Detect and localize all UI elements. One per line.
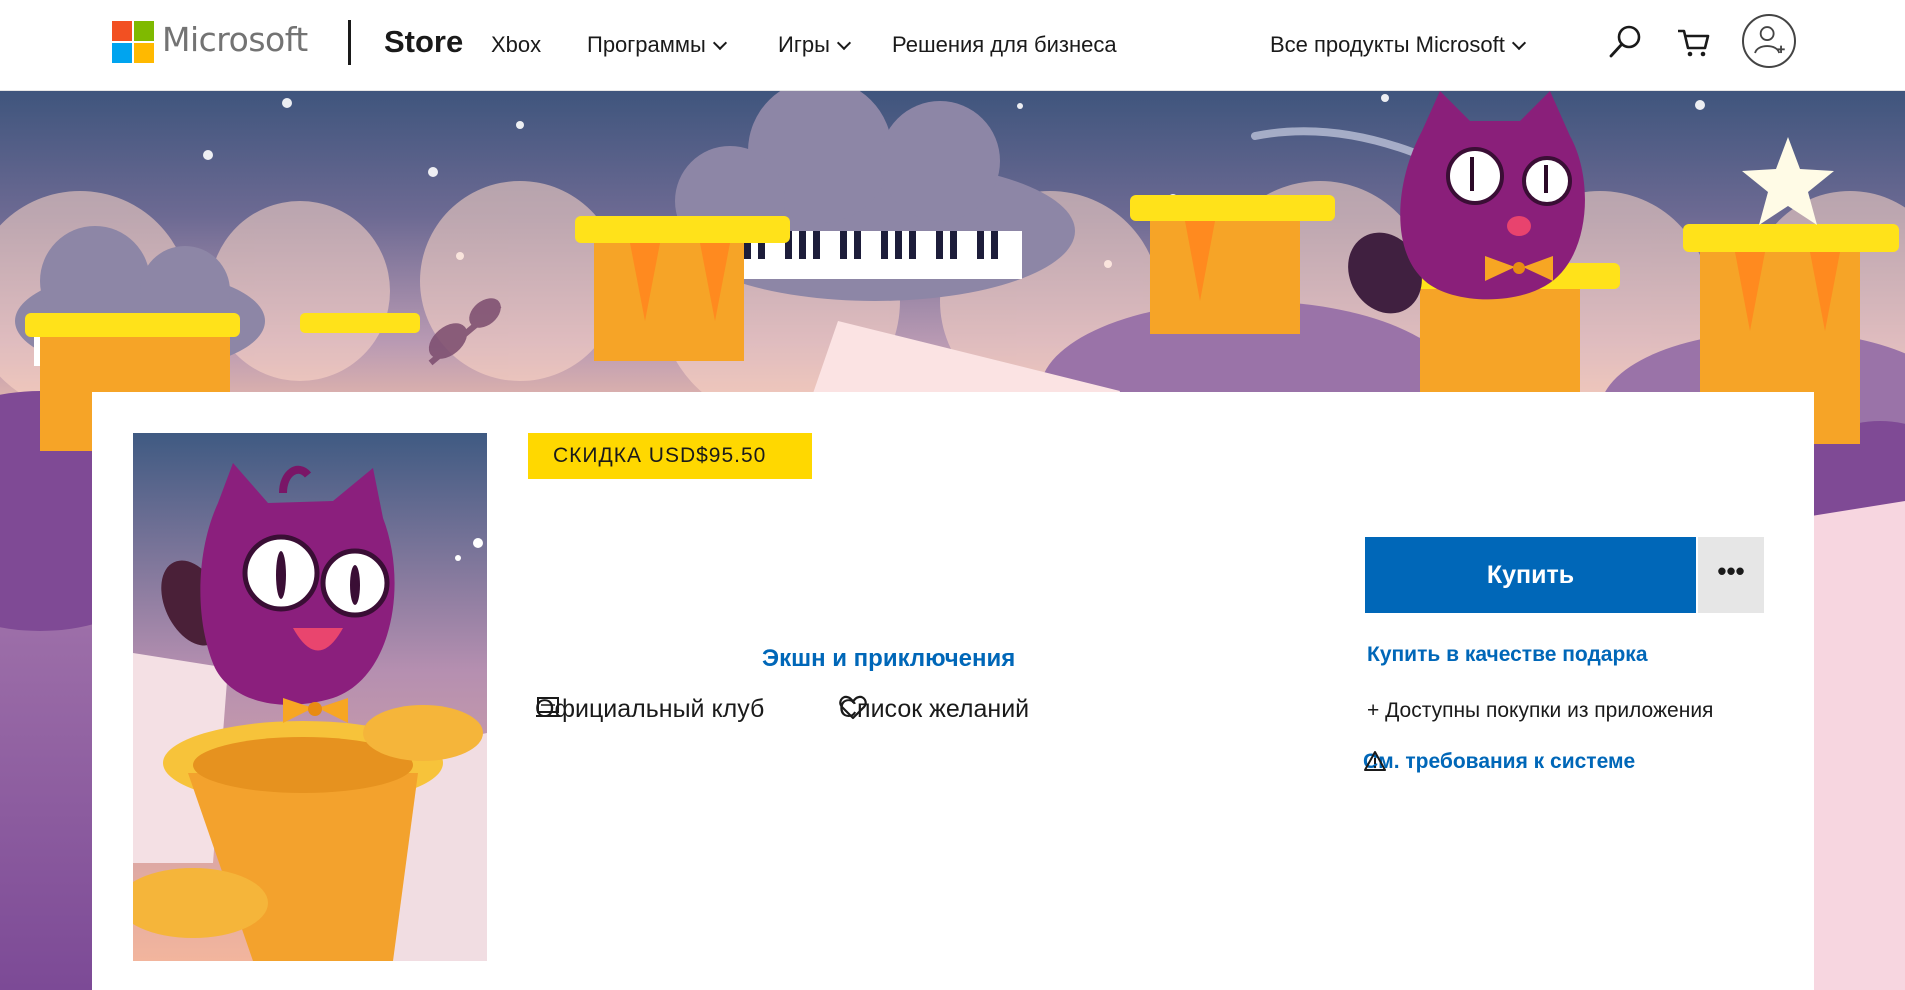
microsoft-wordmark[interactable]: Microsoft <box>162 20 308 59</box>
nav-all-products[interactable]: Все продукты Microsoft <box>1270 32 1526 58</box>
more-options-button[interactable]: ••• <box>1698 537 1764 613</box>
search-icon[interactable] <box>1606 22 1646 62</box>
genre-link[interactable]: Экшн и приключения <box>762 645 1015 673</box>
official-club-label: Официальный клуб <box>535 695 765 723</box>
nav-item-xbox[interactable]: Xbox <box>491 32 541 58</box>
official-club-link[interactable]: Официальный клуб <box>535 695 764 724</box>
nav-item-label: Решения для бизнеса <box>892 32 1117 57</box>
nav-item-games[interactable]: Игры <box>778 32 851 58</box>
nav-item-label: Все продукты Microsoft <box>1270 32 1505 57</box>
wishlist-label: Список желаний <box>839 695 1030 723</box>
nav-item-label: Программы <box>587 32 706 57</box>
chevron-down-icon <box>712 35 727 51</box>
buy-button[interactable]: Купить <box>1365 537 1696 613</box>
cart-icon[interactable] <box>1674 22 1714 62</box>
system-requirements-link[interactable]: См. требования к системе <box>1363 750 1635 774</box>
nav-item-programs[interactable]: Программы <box>587 32 727 58</box>
heart-icon <box>839 695 867 720</box>
top-header: Microsoft Store Xbox Программы Игры Реше… <box>0 0 1905 91</box>
discount-badge: СКИДКА USD$95.50 <box>528 433 812 479</box>
nav-item-label: Xbox <box>491 32 542 57</box>
warning-icon <box>1364 751 1386 771</box>
nav-item-business[interactable]: Решения для бизнеса <box>892 32 1117 58</box>
product-card: СКИДКА USD$95.50 Экшн и приключения Офиц… <box>92 392 1814 990</box>
wishlist-link[interactable]: Список желаний <box>839 695 1029 724</box>
chevron-down-icon <box>1511 35 1526 51</box>
store-wordmark[interactable]: Store <box>384 24 463 60</box>
club-icon <box>536 697 560 717</box>
header-divider <box>348 20 351 65</box>
chevron-down-icon <box>836 35 851 51</box>
in-app-purchases-note: + Доступны покупки из приложения <box>1367 699 1714 722</box>
system-requirements-label: См. требования к системе <box>1363 750 1636 773</box>
account-avatar[interactable] <box>1742 14 1796 68</box>
buy-as-gift-link[interactable]: Купить в качестве подарка <box>1367 643 1648 667</box>
account-icon <box>1754 26 1785 54</box>
cover-illustration <box>133 433 487 961</box>
game-cover-art[interactable] <box>133 433 487 961</box>
nav-item-label: Игры <box>778 32 830 57</box>
microsoft-logo-icon[interactable] <box>112 21 154 63</box>
hero-banner: СКИДКА USD$95.50 Экшн и приключения Офиц… <box>0 91 1905 990</box>
